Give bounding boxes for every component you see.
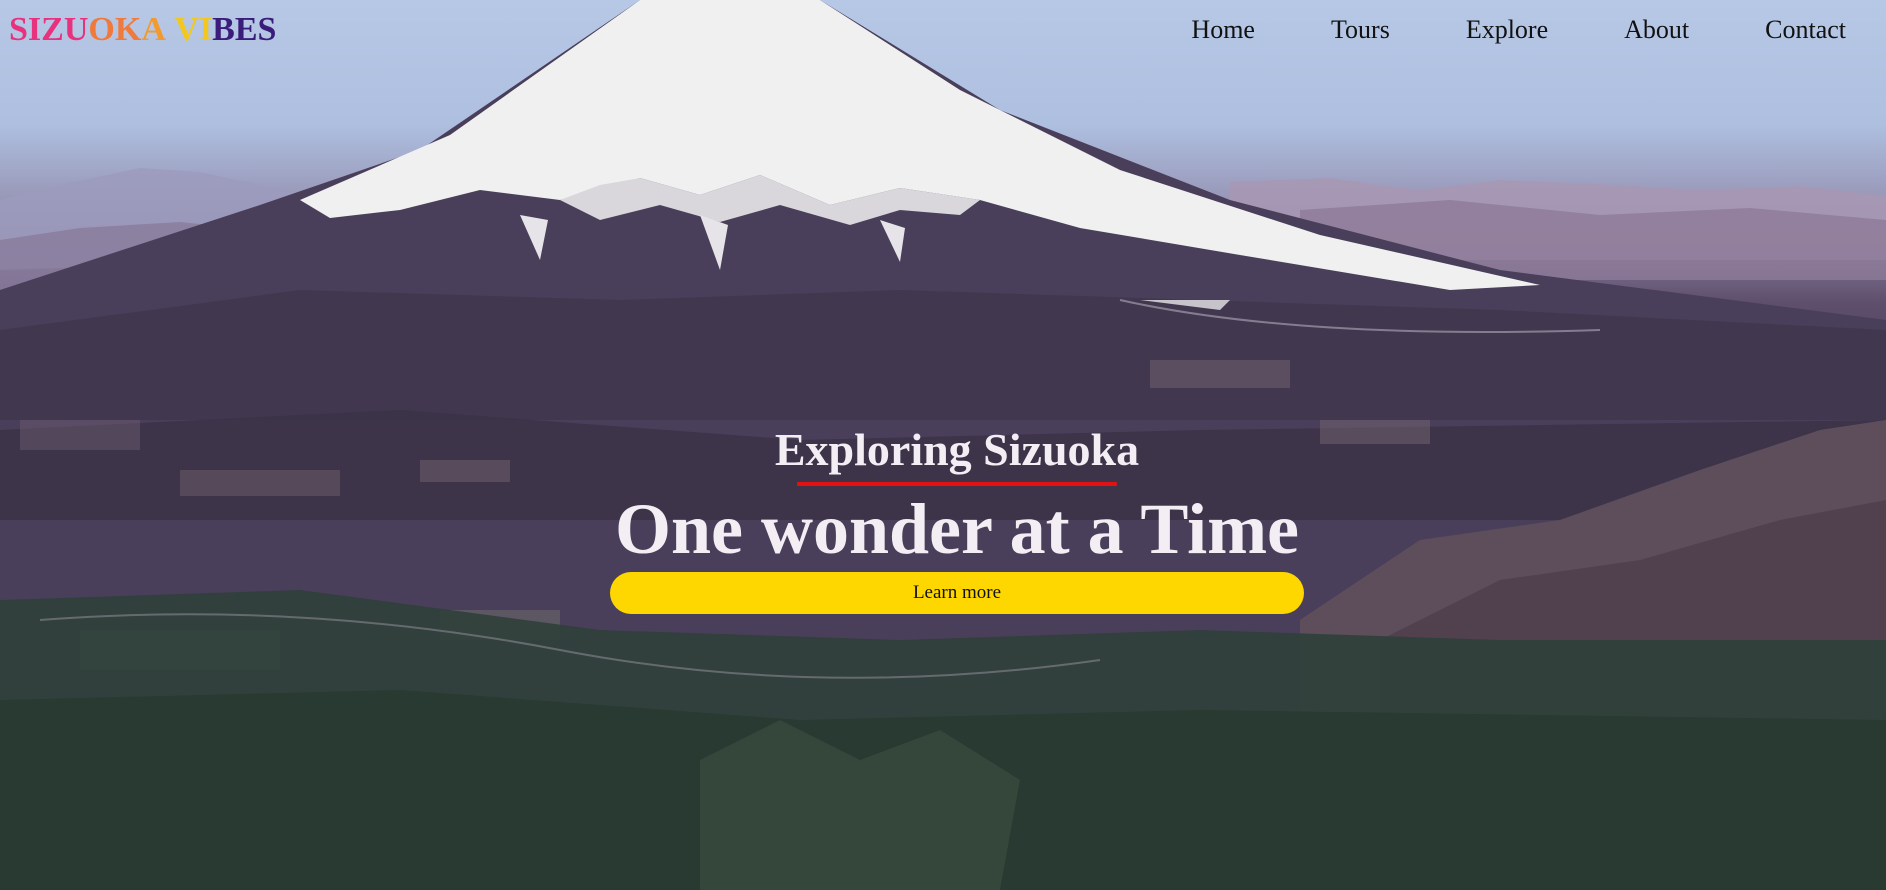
learn-more-button[interactable]: Learn more bbox=[610, 572, 1304, 614]
logo-letter: I bbox=[198, 11, 213, 48]
logo-letter: O bbox=[88, 11, 115, 48]
logo-letter: U bbox=[63, 11, 89, 48]
hero-headline: One wonder at a Time bbox=[614, 489, 1300, 569]
logo-letter: V bbox=[174, 11, 199, 48]
hero-subtitle: Exploring Sizuoka bbox=[774, 424, 1140, 475]
logo-letter: S bbox=[257, 11, 277, 48]
main-navigation: Home Tours Explore About Contact bbox=[1191, 12, 1846, 48]
nav-explore-link[interactable]: Explore bbox=[1466, 12, 1548, 48]
logo-letter: A bbox=[141, 11, 166, 48]
logo-letter: K bbox=[114, 11, 142, 48]
logo-letter: B bbox=[212, 11, 235, 48]
site-logo[interactable]: SIZUOKA VIBES bbox=[9, 10, 276, 50]
nav-about-link[interactable]: About bbox=[1624, 12, 1689, 48]
hero-content: Exploring Sizuoka One wonder at a Time L… bbox=[610, 420, 1304, 614]
nav-contact-link[interactable]: Contact bbox=[1765, 12, 1846, 48]
logo-letter: E bbox=[234, 11, 258, 48]
logo-letter: I bbox=[27, 11, 42, 48]
logo-letter: Z bbox=[41, 11, 64, 48]
logo-letter: S bbox=[9, 11, 28, 48]
nav-tours-link[interactable]: Tours bbox=[1331, 12, 1390, 48]
nav-home-link[interactable]: Home bbox=[1191, 12, 1255, 48]
hero-section: SIZUOKA VIBES Home Tours Explore About C… bbox=[0, 0, 1886, 890]
